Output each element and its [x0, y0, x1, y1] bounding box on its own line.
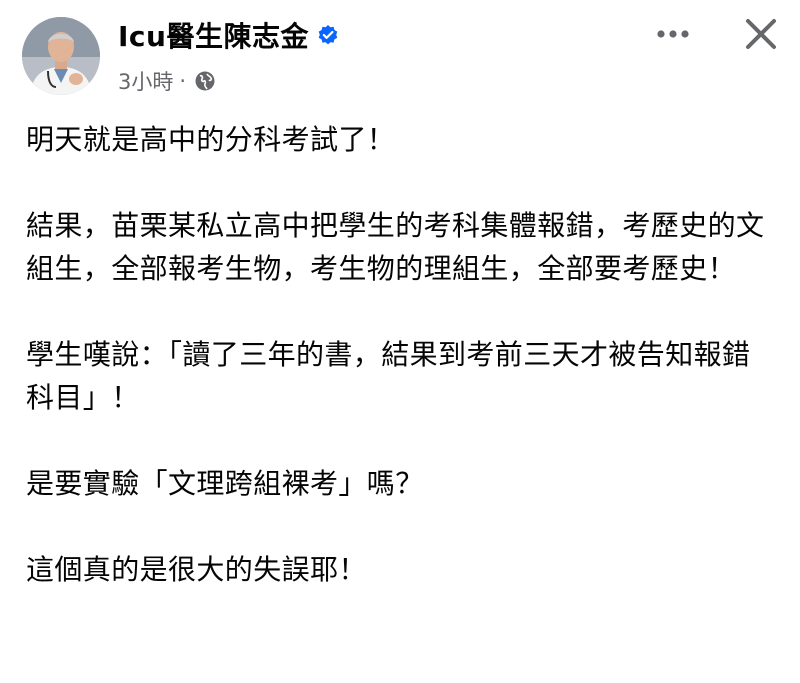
globe-icon[interactable]	[194, 70, 216, 92]
meta-separator: ·	[179, 69, 187, 93]
more-options-button[interactable]	[648, 16, 698, 52]
post-paragraph: 這個真的是很大的失誤耶！	[26, 553, 367, 586]
post-paragraph: 學生嘆說：「讀了三年的書，結果到考前三天才被告知報錯科目」！	[26, 338, 751, 414]
author-line: Icu醫生陳志金	[118, 16, 339, 54]
post-paragraph: 結果，苗栗某私立高中把學生的考科集體報錯，考歷史的文組生，全部報考生物，考生物的…	[26, 209, 765, 285]
post-body: 明天就是高中的分科考試了！ 結果，苗栗某私立高中把學生的考科集體報錯，考歷史的文…	[26, 118, 778, 634]
post-paragraph: 明天就是高中的分科考試了！	[26, 123, 396, 156]
post-paragraph: 是要實驗「文理跨組裸考」嗎？	[26, 467, 424, 500]
post-timestamp[interactable]: 3小時	[118, 66, 173, 96]
post-card: Icu醫生陳志金 3小時 · 明天就是高中的分科考試了！ 結果，苗栗某私立高中把…	[0, 0, 800, 683]
post-meta: 3小時 ·	[118, 66, 216, 96]
close-icon	[746, 19, 776, 49]
author-name[interactable]: Icu醫生陳志金	[118, 15, 309, 55]
verified-badge-icon	[317, 24, 339, 46]
avatar-photo	[22, 17, 100, 95]
more-horizontal-icon	[657, 30, 689, 38]
close-button[interactable]	[738, 12, 784, 56]
avatar[interactable]	[22, 17, 100, 95]
